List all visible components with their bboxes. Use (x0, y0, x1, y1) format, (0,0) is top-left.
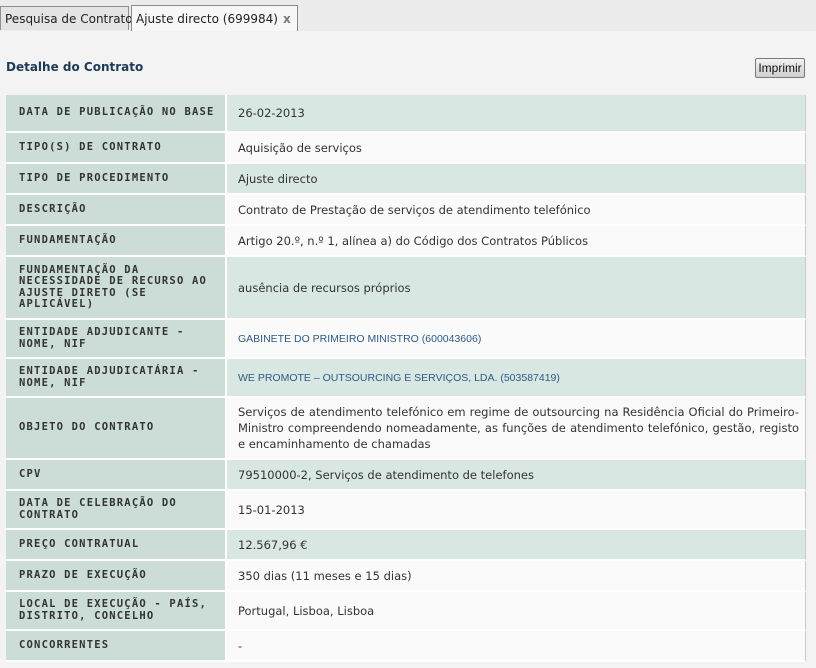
row-value: Aquisição de serviços (227, 133, 806, 164)
table-row: ENTIDADE ADJUDICATÁRIA - NOME, NIF WE PR… (6, 359, 806, 398)
row-value: 15-01-2013 (227, 491, 806, 530)
table-row: OBJETO DO CONTRATO Serviços de atendimen… (6, 398, 806, 460)
print-button[interactable]: Imprimir (755, 58, 805, 78)
table-row: CONCORRENTES - (6, 631, 806, 662)
table-row: FUNDAMENTAÇÃO Artigo 20.º, n.º 1, alínea… (6, 226, 806, 257)
row-value: 350 dias (11 meses e 15 dias) (227, 561, 806, 592)
row-label: CPV (6, 460, 227, 491)
row-value: GABINETE DO PRIMEIRO MINISTRO (600043606… (227, 320, 806, 359)
table-row: DATA DE CELEBRAÇÃO DO CONTRATO 15-01-201… (6, 491, 806, 530)
table-row: ENTIDADE ADJUDICANTE - NOME, NIF GABINET… (6, 320, 806, 359)
table-row: LOCAL DE EXECUÇÃO - PAÍS, DISTRITO, CONC… (6, 592, 806, 631)
row-value: Serviços de atendimento telefónico em re… (227, 398, 806, 460)
tab-bar: Pesquisa de Contratos Ajuste directo (69… (0, 0, 816, 32)
row-label: PREÇO CONTRATUAL (6, 530, 227, 561)
contract-details-table: DATA DE PUBLICAÇÃO NO BASE 26-02-2013 TI… (6, 95, 806, 662)
row-label: ENTIDADE ADJUDICATÁRIA - NOME, NIF (6, 359, 227, 398)
table-row: TIPO DE PROCEDIMENTO Ajuste directo (6, 164, 806, 195)
table-row: TIPO(S) DE CONTRATO Aquisição de serviço… (6, 133, 806, 164)
row-value: Ajuste directo (227, 164, 806, 195)
row-label: TIPO(S) DE CONTRATO (6, 133, 227, 164)
row-value: WE PROMOTE – OUTSOURCING E SERVIÇOS, LDA… (227, 359, 806, 398)
tab-label: Pesquisa de Contratos (5, 12, 139, 26)
row-value: 12.567,96 € (227, 530, 806, 561)
row-label: FUNDAMENTAÇÃO DA NECESSIDADE DE RECURSO … (6, 257, 227, 320)
table-row: DESCRIÇÃO Contrato de Prestação de servi… (6, 195, 806, 226)
entity-link[interactable]: GABINETE DO PRIMEIRO MINISTRO (600043606… (238, 333, 481, 345)
table-row: DATA DE PUBLICAÇÃO NO BASE 26-02-2013 (6, 95, 806, 133)
row-label: FUNDAMENTAÇÃO (6, 226, 227, 257)
tab-label: Ajuste directo (699984) (136, 12, 278, 26)
page-title: Detalhe do Contrato (6, 60, 144, 74)
row-value: Artigo 20.º, n.º 1, alínea a) do Código … (227, 226, 806, 257)
row-label: OBJETO DO CONTRATO (6, 398, 227, 460)
row-value: 26-02-2013 (227, 95, 806, 133)
row-label: ENTIDADE ADJUDICANTE - NOME, NIF (6, 320, 227, 359)
row-label: PRAZO DE EXECUÇÃO (6, 561, 227, 592)
row-label: DATA DE PUBLICAÇÃO NO BASE (6, 95, 227, 133)
entity-link[interactable]: WE PROMOTE – OUTSOURCING E SERVIÇOS, LDA… (238, 372, 560, 384)
table-row: CPV 79510000-2, Serviços de atendimento … (6, 460, 806, 491)
row-value: Portugal, Lisboa, Lisboa (227, 592, 806, 631)
row-value: - (227, 631, 806, 662)
table-row: PRAZO DE EXECUÇÃO 350 dias (11 meses e 1… (6, 561, 806, 592)
row-value: Contrato de Prestação de serviços de ate… (227, 195, 806, 226)
row-value: ausência de recursos próprios (227, 257, 806, 320)
row-label: DATA DE CELEBRAÇÃO DO CONTRATO (6, 491, 227, 530)
close-icon[interactable]: x (283, 6, 291, 33)
table-row: FUNDAMENTAÇÃO DA NECESSIDADE DE RECURSO … (6, 257, 806, 320)
row-value: 79510000-2, Serviços de atendimento de t… (227, 460, 806, 491)
tab-pesquisa-de-contratos[interactable]: Pesquisa de Contratos (0, 6, 139, 30)
row-label: DESCRIÇÃO (6, 195, 227, 226)
row-label: LOCAL DE EXECUÇÃO - PAÍS, DISTRITO, CONC… (6, 592, 227, 631)
row-label: TIPO DE PROCEDIMENTO (6, 164, 227, 195)
row-label: CONCORRENTES (6, 631, 227, 662)
contract-detail-panel: Detalhe do Contrato Imprimir DATA DE PUB… (0, 31, 816, 668)
tab-ajuste-directo[interactable]: Ajuste directo (699984) x (131, 5, 298, 32)
table-row: PREÇO CONTRATUAL 12.567,96 € (6, 530, 806, 561)
